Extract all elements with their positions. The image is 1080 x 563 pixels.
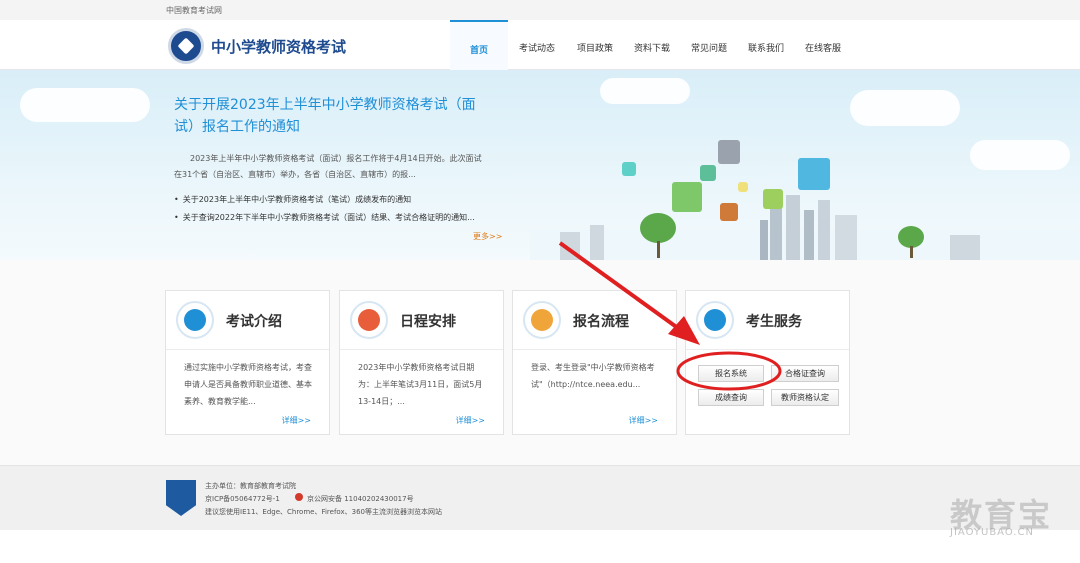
footer [0,465,1080,530]
highlight-ellipse [676,351,782,391]
annotation-arrow-shaft [558,241,684,333]
footer-browser-tip: 建议您使用IE11、Edge、Chrome、Firefox、360等主流浏览器浏… [205,508,442,516]
footer-police-record[interactable]: 京公网安备 11040202430017号 [307,494,414,504]
watermark-url: JIAOYUBAO.CN [950,527,1034,538]
footer-icp[interactable]: 京ICP备05064772号-1 [205,494,280,504]
annotation-arrow-head [668,316,700,345]
bottom-strip [0,530,1080,563]
footer-sponsor: 主办单位：教育部教育考试院 [205,482,296,490]
police-badge-icon [295,493,303,501]
